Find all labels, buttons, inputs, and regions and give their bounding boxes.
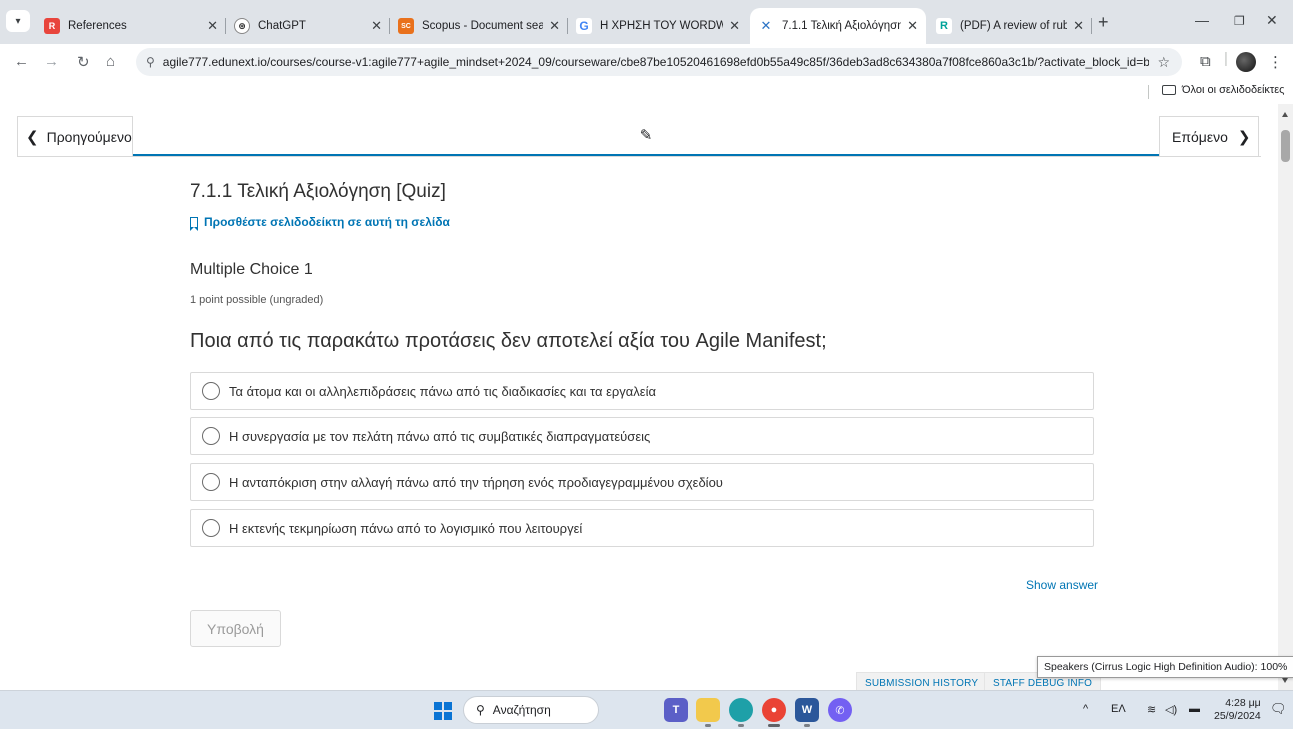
- taskbar-search[interactable]: ⚲ Αναζήτηση: [463, 696, 599, 724]
- scroll-up-icon[interactable]: [1282, 112, 1288, 117]
- site-info-icon[interactable]: ⚲: [146, 55, 155, 69]
- radio-button[interactable]: [202, 519, 220, 537]
- references-favicon-icon: R: [44, 18, 60, 34]
- teams-icon[interactable]: T: [664, 698, 688, 722]
- next-button[interactable]: Επόμενο ❯: [1159, 116, 1259, 156]
- home-icon[interactable]: ⌂: [106, 53, 115, 70]
- restore-icon[interactable]: ❐: [1234, 14, 1245, 28]
- folder-icon: [1162, 85, 1176, 95]
- word-icon[interactable]: W: [795, 698, 819, 727]
- chatgpt-favicon-icon: ⊛: [234, 18, 250, 34]
- page-scrollbar[interactable]: [1278, 104, 1293, 690]
- menu-kebab-icon[interactable]: ⋮: [1268, 53, 1283, 71]
- chrome-icon[interactable]: ●: [762, 698, 786, 727]
- tab-scopus[interactable]: SC Scopus - Document search ✕: [390, 8, 568, 44]
- browser-tab-strip: ▾ R References ✕ ⊛ ChatGPT ✕ SC Scopus -…: [0, 0, 1293, 44]
- close-tab-icon[interactable]: ✕: [1073, 18, 1084, 34]
- address-bar[interactable]: ⚲ agile777.edunext.io/courses/course-v1:…: [136, 48, 1182, 76]
- bookmark-star-icon[interactable]: ☆: [1157, 54, 1170, 71]
- unit-title: 7.1.1 Τελική Αξιολόγηση [Quiz]: [190, 181, 446, 202]
- notifications-icon[interactable]: 🗨: [1270, 701, 1287, 717]
- tab-references[interactable]: R References ✕: [36, 8, 226, 44]
- chevron-right-icon: ❯: [1237, 128, 1251, 146]
- language-indicator[interactable]: ΕΛ: [1111, 703, 1126, 715]
- scopus-favicon-icon: SC: [398, 18, 414, 34]
- chevron-left-icon: ❮: [26, 128, 39, 146]
- profile-avatar[interactable]: [1236, 52, 1256, 72]
- reload-icon[interactable]: ↻: [77, 53, 90, 71]
- volume-icon[interactable]: ◁): [1165, 703, 1177, 716]
- tab-researchgate[interactable]: R (PDF) A review of rubric us ✕: [928, 8, 1092, 44]
- browser-toolbar: ← → ↻ ⌂ ⚲ agile777.edunext.io/courses/co…: [0, 44, 1293, 80]
- researchgate-favicon-icon: R: [936, 18, 952, 34]
- question-text: Ποια από τις παρακάτω προτάσεις δεν αποτ…: [190, 330, 827, 352]
- scroll-down-icon[interactable]: [1282, 678, 1288, 683]
- unit-tab-problem[interactable]: ✎: [133, 116, 1159, 156]
- wifi-icon[interactable]: ≋: [1147, 703, 1156, 716]
- choice-option-4[interactable]: Η εκτενής τεκμηρίωση πάνω από το λογισμι…: [190, 509, 1094, 547]
- radio-button[interactable]: [202, 427, 220, 445]
- tab-quiz-active[interactable]: ✕ 7.1.1 Τελική Αξιολόγηση [C ✕: [750, 8, 926, 44]
- viber-icon[interactable]: ✆: [828, 698, 852, 722]
- all-bookmarks-button[interactable]: Όλοι οι σελιδοδείκτες: [1162, 84, 1285, 96]
- close-tab-icon[interactable]: ✕: [907, 18, 918, 34]
- extensions-icon[interactable]: ⧉: [1200, 53, 1211, 70]
- close-tab-icon[interactable]: ✕: [549, 18, 560, 34]
- bookmark-icon: [189, 217, 198, 231]
- back-arrow-icon[interactable]: ←: [14, 53, 29, 70]
- forward-arrow-icon[interactable]: →: [44, 53, 59, 70]
- sequence-nav: ❮ Προηγούμενο ✎ Επόμενο ❯: [17, 116, 1261, 157]
- close-tab-icon[interactable]: ✕: [729, 18, 740, 34]
- file-explorer-icon[interactable]: [696, 698, 720, 727]
- tab-search-button[interactable]: ▾: [6, 10, 30, 32]
- battery-icon[interactable]: ▬: [1189, 703, 1200, 715]
- radio-button[interactable]: [202, 382, 220, 400]
- volume-tooltip: Speakers (Cirrus Logic High Definition A…: [1037, 656, 1293, 678]
- close-tab-icon[interactable]: ✕: [207, 18, 218, 34]
- close-tab-icon[interactable]: ✕: [371, 18, 382, 34]
- tab-chatgpt[interactable]: ⊛ ChatGPT ✕: [226, 8, 390, 44]
- edx-favicon-icon: ✕: [758, 18, 774, 34]
- chevron-up-icon[interactable]: ^: [1083, 703, 1088, 715]
- bookmarks-bar: Όλοι οι σελιδοδείκτες: [0, 80, 1293, 104]
- system-clock[interactable]: 4:28 μμ 25/9/2024: [1214, 697, 1261, 723]
- pencil-square-icon: ✎: [639, 127, 653, 144]
- tab-wordwall[interactable]: G Η ΧΡΗΣΗ ΤΟΥ WORDWALL ✕: [568, 8, 748, 44]
- choice-option-1[interactable]: Τα άτομα και οι αλληλεπιδράσεις πάνω από…: [190, 372, 1094, 410]
- scrollbar-thumb[interactable]: [1281, 130, 1290, 162]
- problem-title: Multiple Choice 1: [190, 261, 313, 278]
- add-bookmark-link[interactable]: Προσθέστε σελιδοδείκτη σε αυτή τη σελίδα: [189, 215, 450, 231]
- windows-taskbar: ⚲ Αναζήτηση T ● W ✆ ^ ΕΛ ≋ ◁) ▬ 4:28 μμ …: [0, 690, 1293, 729]
- show-answer-button[interactable]: Show answer: [1026, 578, 1098, 592]
- url-text: agile777.edunext.io/courses/course-v1:ag…: [162, 55, 1150, 69]
- new-tab-button[interactable]: +: [1098, 13, 1109, 31]
- minimize-icon[interactable]: —: [1195, 12, 1209, 28]
- choice-option-3[interactable]: Η ανταπόκριση στην αλλαγή πάνω από την τ…: [190, 463, 1094, 501]
- windows-start-icon[interactable]: [434, 702, 452, 720]
- search-icon: ⚲: [476, 703, 485, 717]
- close-window-icon[interactable]: ✕: [1266, 12, 1278, 29]
- edge-icon[interactable]: [729, 698, 753, 727]
- previous-button[interactable]: ❮ Προηγούμενο: [17, 116, 133, 156]
- choice-option-2[interactable]: Η συνεργασία με τον πελάτη πάνω από τις …: [190, 417, 1094, 455]
- submit-button[interactable]: Υποβολή: [190, 610, 281, 647]
- google-favicon-icon: G: [576, 18, 592, 34]
- radio-button[interactable]: [202, 473, 220, 491]
- problem-points: 1 point possible (ungraded): [190, 294, 324, 306]
